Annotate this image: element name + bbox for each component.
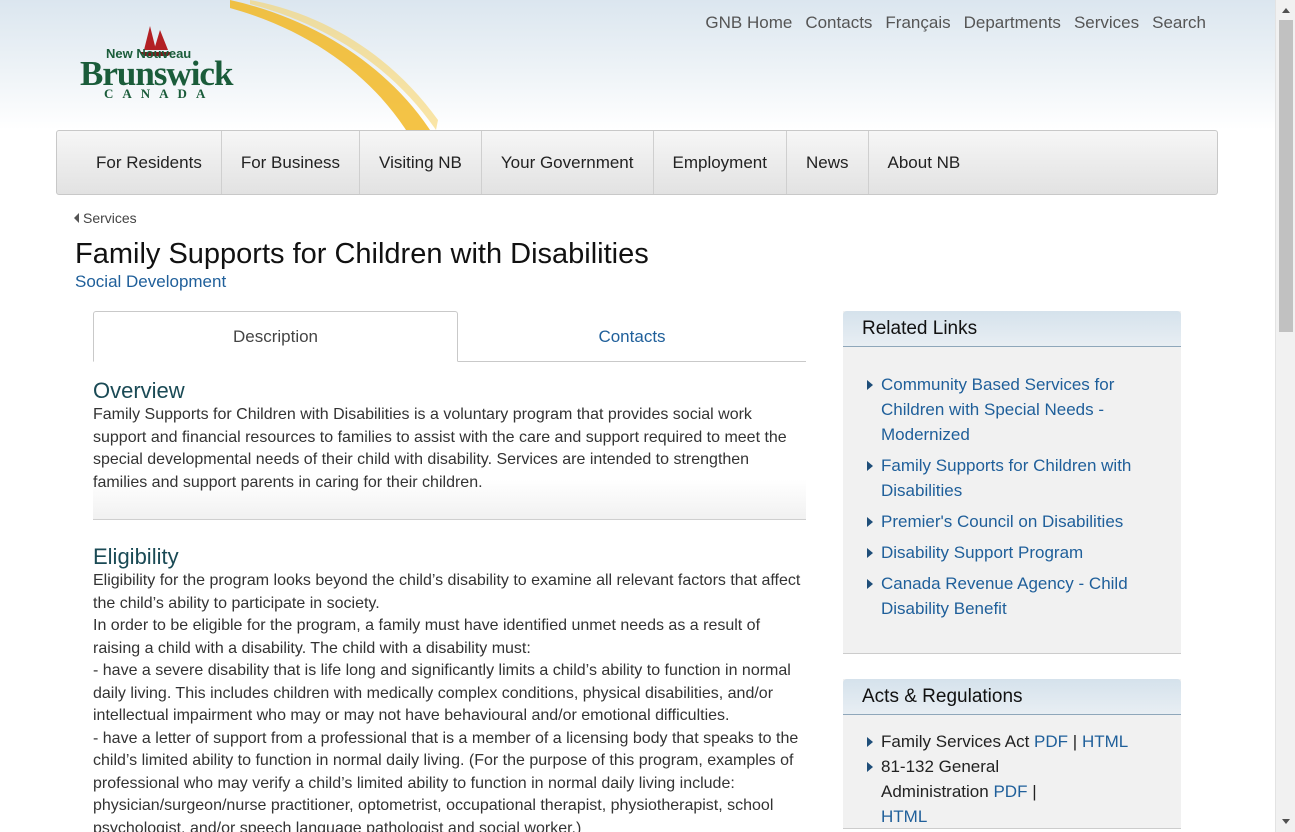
eligibility-heading: Eligibility [93, 544, 179, 569]
site-header: New Nouveau Brunswick CANADA GNB Home Co… [0, 0, 1275, 130]
top-nav-search[interactable]: Search [1152, 13, 1206, 33]
act-item: Family Services Act PDF | HTML [867, 729, 1161, 754]
eligibility-p4: - have a letter of support from a profes… [93, 729, 799, 832]
description-content: Overview Family Supports for Children wi… [93, 362, 806, 832]
department-link[interactable]: Social Development [75, 272, 226, 292]
act-pdf-link[interactable]: PDF [1034, 732, 1068, 751]
nav-visiting-nb[interactable]: Visiting NB [360, 131, 482, 194]
related-link-family-supports[interactable]: Family Supports for Children with Disabi… [867, 453, 1161, 503]
caret-left-icon [74, 213, 79, 223]
nav-news[interactable]: News [787, 131, 869, 194]
related-links-heading: Related Links [843, 311, 1181, 347]
acts-heading: Acts & Regulations [843, 679, 1181, 715]
tab-bar: Description Contacts [93, 311, 806, 362]
breadcrumb[interactable]: Services [74, 210, 137, 226]
eligibility-p3: - have a severe disability that is life … [93, 662, 791, 724]
top-nav-services[interactable]: Services [1074, 13, 1139, 33]
main-nav: For Residents For Business Visiting NB Y… [56, 130, 1218, 195]
breadcrumb-services[interactable]: Services [83, 210, 137, 226]
tab-contacts[interactable]: Contacts [458, 311, 806, 362]
related-link-cra-benefit[interactable]: Canada Revenue Agency - Child Disability… [867, 571, 1161, 621]
top-nav-francais[interactable]: Français [885, 13, 950, 33]
tab-description[interactable]: Description [93, 311, 458, 362]
swoosh-decoration [230, 0, 438, 130]
eligibility-p2: In order to be eligible for the program,… [93, 617, 761, 657]
acts-list: Family Services Act PDF | HTML 81-132 Ge… [843, 715, 1181, 829]
act-name: Family Services Act [881, 732, 1030, 751]
related-link-premiers-council[interactable]: Premier's Council on Disabilities [867, 509, 1161, 534]
overview-section: Overview Family Supports for Children wi… [93, 362, 806, 520]
eligibility-p1: Eligibility for the program looks beyond… [93, 572, 801, 612]
nav-for-business[interactable]: For Business [222, 131, 361, 194]
related-link-community-services[interactable]: Community Based Services for Children wi… [867, 372, 1161, 447]
overview-heading: Overview [93, 378, 185, 403]
act-html-link[interactable]: HTML [881, 807, 927, 826]
top-nav-departments[interactable]: Departments [964, 13, 1061, 33]
scroll-thumb[interactable] [1279, 20, 1293, 332]
page-title: Family Supports for Children with Disabi… [75, 238, 649, 270]
related-link-disability-support[interactable]: Disability Support Program [867, 540, 1161, 565]
act-separator: | [1032, 782, 1037, 801]
nav-employment[interactable]: Employment [654, 131, 787, 194]
logo-line3: CANADA [104, 86, 215, 101]
related-links-box: Related Links Community Based Services f… [843, 311, 1181, 654]
act-separator: | [1072, 732, 1078, 751]
scroll-down-icon[interactable] [1282, 819, 1290, 824]
nav-for-residents[interactable]: For Residents [77, 131, 222, 194]
nav-your-government[interactable]: Your Government [482, 131, 654, 194]
scroll-up-icon[interactable] [1282, 8, 1290, 13]
eligibility-section: Eligibility Eligibility for the program … [93, 520, 806, 832]
related-links-list: Community Based Services for Children wi… [843, 347, 1181, 621]
top-nav: GNB Home Contacts Français Departments S… [705, 13, 1206, 33]
act-html-link[interactable]: HTML [1082, 732, 1128, 751]
top-nav-gnb-home[interactable]: GNB Home [705, 13, 792, 33]
act-name: 81-132 General Administration [881, 757, 1000, 801]
overview-text: Family Supports for Children with Disabi… [93, 406, 787, 491]
vertical-scrollbar[interactable] [1275, 0, 1295, 832]
acts-regulations-box: Acts & Regulations Family Services Act P… [843, 679, 1181, 829]
top-nav-contacts[interactable]: Contacts [805, 13, 872, 33]
act-item: 81-132 General Administration PDF | HTML [867, 754, 1161, 829]
act-pdf-link[interactable]: PDF [993, 782, 1027, 801]
nav-about-nb[interactable]: About NB [869, 131, 980, 194]
